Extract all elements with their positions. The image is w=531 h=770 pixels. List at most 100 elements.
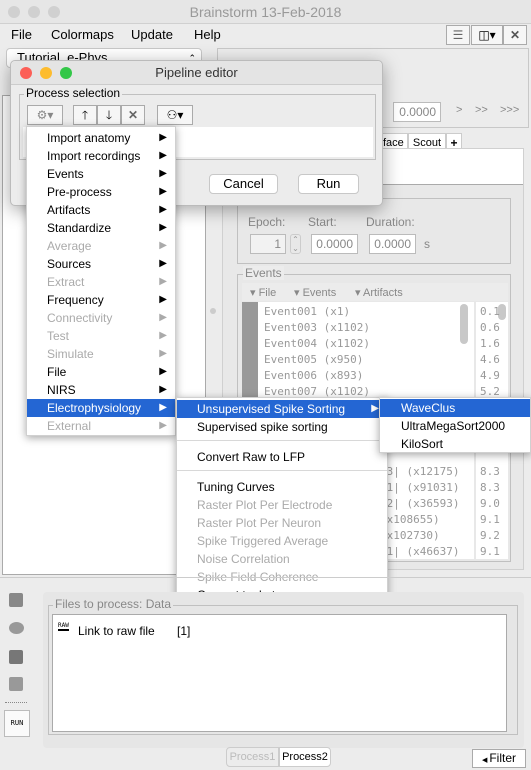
event-row[interactable]: Event006 (x893): [264, 369, 363, 382]
move-down-icon[interactable]: 🡓: [97, 105, 121, 125]
menu-separator: [177, 440, 387, 441]
menu-item-tuning-curves[interactable]: Tuning Curves: [177, 478, 387, 496]
menu-item-waveclus[interactable]: WaveClus: [380, 399, 530, 417]
event-row[interactable]: Event003 (x1102): [264, 321, 370, 334]
menu-separator: [177, 470, 387, 471]
menu-item-supervised-spike-sorting[interactable]: Supervised spike sorting: [177, 418, 387, 436]
menu-item-standardize[interactable]: Standardize ▶: [27, 219, 175, 237]
tab-process2[interactable]: Process2: [279, 747, 331, 767]
menu-update[interactable]: Update: [131, 27, 173, 42]
file-item[interactable]: Link to raw file: [78, 624, 155, 638]
event-row[interactable]: Event001 (x1): [264, 305, 350, 318]
event-time[interactable]: 4.9: [480, 369, 500, 382]
menu-item-events[interactable]: Events ▶: [27, 165, 175, 183]
menu-item-file[interactable]: File ▶: [27, 363, 175, 381]
event-row[interactable]: Event004 (x1102): [264, 337, 370, 350]
layout-icon[interactable]: ◫▾: [471, 25, 503, 45]
menu-item-frequency[interactable]: Frequency ▶: [27, 291, 175, 309]
event-time[interactable]: 0.6: [480, 321, 500, 334]
menu-help[interactable]: Help: [194, 27, 221, 42]
events-artifacts-menu[interactable]: ▾ Artifacts: [355, 286, 403, 299]
duration-label: Duration:: [366, 215, 415, 229]
matrix-icon[interactable]: [9, 677, 23, 691]
menu-item-unsupervised-spike-sorting[interactable]: Unsupervised Spike Sorting ▶: [177, 400, 387, 418]
menu-item-label: Artifacts: [47, 203, 91, 217]
tab-process1[interactable]: Process1: [226, 747, 279, 767]
brain-icon[interactable]: [9, 622, 24, 634]
event-row[interactable]: |3| (x12175): [380, 465, 459, 478]
menu-item-label: Electrophysiology: [47, 401, 142, 415]
menu-item-raster-electrode: Raster Plot Per Electrode: [197, 498, 333, 512]
menu-item-artifacts[interactable]: Artifacts ▶: [27, 201, 175, 219]
menu-item-spike-triggered-average: Spike Triggered Average: [197, 534, 329, 548]
event-time[interactable]: 9.2: [480, 529, 500, 542]
duration-field[interactable]: 0.0000: [369, 234, 416, 254]
event-time[interactable]: 9.1: [480, 513, 500, 526]
submenu-arrow-icon: ▶: [159, 258, 167, 269]
event-row[interactable]: Event005 (x950): [264, 353, 363, 366]
files-title: Files to process: Data: [53, 597, 174, 611]
submenu-arrow-icon: ▶: [159, 204, 167, 215]
cancel-button[interactable]: Cancel: [209, 174, 278, 194]
menu-item-convert-raw-to-lfp[interactable]: Convert Raw to LFP: [177, 448, 387, 466]
menu-item-connectivity: Connectivity ▶: [27, 309, 175, 327]
event-row[interactable]: (x108655): [380, 513, 440, 526]
submenu-arrow-icon: ▶: [159, 402, 167, 413]
delete-icon[interactable]: ✕: [121, 105, 145, 125]
menu-item-sources[interactable]: Sources ▶: [27, 255, 175, 273]
menu-item-import-recordings[interactable]: Import recordings ▶: [27, 147, 175, 165]
close-icon[interactable]: ✕: [503, 25, 527, 45]
submenu-arrow-icon: ▶: [371, 403, 379, 414]
event-time[interactable]: 0.1: [480, 305, 500, 318]
event-time[interactable]: 1.6: [480, 337, 500, 350]
menu-item-import-anatomy[interactable]: Import anatomy ▶: [27, 129, 175, 147]
time-field[interactable]: 0.0000: [393, 102, 441, 122]
start-field[interactable]: 0.0000: [311, 234, 358, 254]
next-button[interactable]: >: [456, 104, 462, 116]
data-icon[interactable]: [9, 593, 23, 607]
event-row[interactable]: |1| (x91031): [380, 481, 459, 494]
menu-item-label: External: [47, 419, 92, 433]
menu-item-pre-process[interactable]: Pre-process ▶: [27, 183, 175, 201]
splitter-handle[interactable]: [210, 308, 216, 314]
event-time[interactable]: 4.6: [480, 353, 500, 366]
submenu-arrow-icon: ▶: [159, 312, 167, 323]
menu-item-label: NIRS: [47, 383, 76, 397]
event-row[interactable]: |2| (x36593): [380, 497, 459, 510]
events-file-menu[interactable]: ▾ File: [250, 286, 276, 299]
events-events-menu[interactable]: ▾ Events: [294, 286, 336, 299]
move-up-icon[interactable]: 🡑: [73, 105, 97, 125]
run-button[interactable]: Run: [298, 174, 359, 194]
epoch-group: [237, 198, 511, 264]
menu-item-label: Sources: [47, 257, 92, 271]
menu-item-raster-neuron: Raster Plot Per Neuron: [197, 516, 322, 530]
event-time[interactable]: 9.0: [480, 497, 500, 510]
event-time[interactable]: 9.1: [480, 545, 500, 558]
raw-file-icon: RAW: [58, 622, 69, 631]
epoch-field[interactable]: 1: [250, 234, 286, 254]
list-icon[interactable]: ☰: [446, 25, 470, 45]
menu-file[interactable]: File: [11, 27, 32, 42]
menu-item-nirs[interactable]: NIRS ▶: [27, 381, 175, 399]
files-list[interactable]: RAW Link to raw file [1]: [52, 614, 507, 732]
event-time[interactable]: 8.3: [480, 481, 500, 494]
menu-item-kilosort[interactable]: KiloSort: [380, 435, 530, 453]
event-row[interactable]: (x102730): [380, 529, 440, 542]
timefreq-icon[interactable]: [9, 650, 23, 664]
run-pipeline-button[interactable]: RUN: [4, 710, 30, 737]
menu-item-label: Import recordings: [47, 149, 141, 163]
next-fast-button[interactable]: >>: [475, 104, 488, 116]
menu-item-ultramegasort2000[interactable]: UltraMegaSort2000: [380, 417, 530, 435]
event-time[interactable]: 8.3: [480, 465, 500, 478]
menu-colormaps[interactable]: Colormaps: [51, 27, 114, 42]
pipeline-tree-icon[interactable]: ⚇▾: [157, 105, 193, 125]
gear-icon[interactable]: ⚙▾: [27, 105, 63, 125]
menu-item-electrophysiology[interactable]: Electrophysiology ▶: [27, 399, 175, 417]
events-scrollbar[interactable]: [460, 304, 468, 344]
spike-sorting-submenu: WaveClus UltraMegaSort2000 KiloSort: [379, 397, 531, 453]
event-row[interactable]: |1| (x46637): [380, 545, 459, 558]
dialog-title: Pipeline editor: [155, 65, 238, 80]
filter-button[interactable]: ◀ Filter: [472, 749, 526, 768]
epoch-spinner[interactable]: ⌃ ⌄: [290, 234, 301, 254]
next-faster-button[interactable]: >>>: [500, 104, 519, 116]
